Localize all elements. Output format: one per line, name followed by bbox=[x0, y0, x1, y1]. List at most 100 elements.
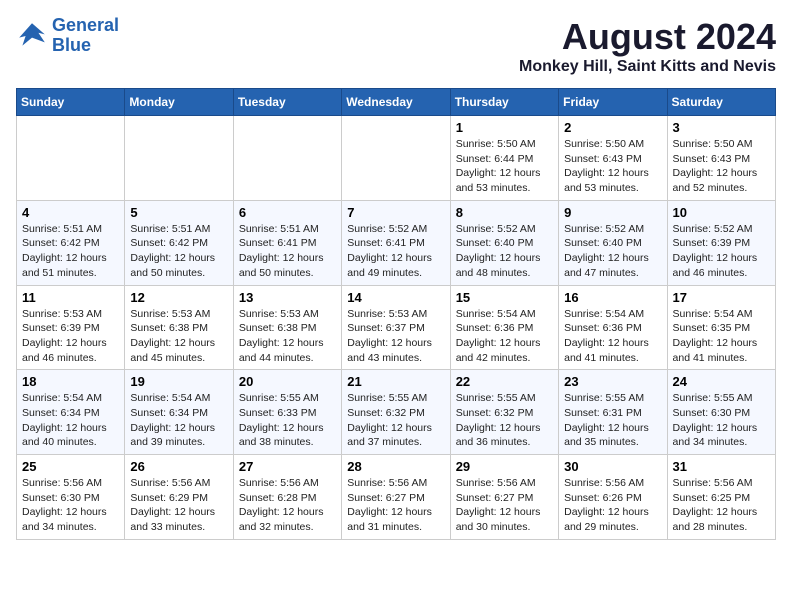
day-number: 18 bbox=[22, 374, 119, 389]
header-wednesday: Wednesday bbox=[342, 89, 450, 116]
calendar-cell bbox=[125, 116, 233, 201]
day-number: 29 bbox=[456, 459, 553, 474]
header-monday: Monday bbox=[125, 89, 233, 116]
day-number: 6 bbox=[239, 205, 336, 220]
day-info: Sunrise: 5:56 AMSunset: 6:28 PMDaylight:… bbox=[239, 477, 324, 533]
day-info: Sunrise: 5:53 AMSunset: 6:39 PMDaylight:… bbox=[22, 308, 107, 364]
calendar-cell: 23 Sunrise: 5:55 AMSunset: 6:31 PMDayligh… bbox=[559, 370, 667, 455]
day-number: 23 bbox=[564, 374, 661, 389]
day-info: Sunrise: 5:50 AMSunset: 6:43 PMDaylight:… bbox=[673, 138, 758, 194]
day-info: Sunrise: 5:56 AMSunset: 6:25 PMDaylight:… bbox=[673, 477, 758, 533]
header-sunday: Sunday bbox=[17, 89, 125, 116]
calendar-cell: 31 Sunrise: 5:56 AMSunset: 6:25 PMDayligh… bbox=[667, 455, 775, 540]
header-row: Sunday Monday Tuesday Wednesday Thursday… bbox=[17, 89, 776, 116]
day-info: Sunrise: 5:50 AMSunset: 6:43 PMDaylight:… bbox=[564, 138, 649, 194]
calendar-subtitle: Monkey Hill, Saint Kitts and Nevis bbox=[519, 58, 776, 76]
day-number: 24 bbox=[673, 374, 770, 389]
calendar-cell: 7Sunrise: 5:52 AMSunset: 6:41 PMDaylight… bbox=[342, 200, 450, 285]
day-info: Sunrise: 5:55 AMSunset: 6:31 PMDaylight:… bbox=[564, 392, 649, 448]
day-info: Sunrise: 5:52 AMSunset: 6:40 PMDaylight:… bbox=[456, 223, 541, 279]
day-number: 3 bbox=[673, 120, 770, 135]
day-info: Sunrise: 5:55 AMSunset: 6:32 PMDaylight:… bbox=[456, 392, 541, 448]
calendar-cell: 2 Sunrise: 5:50 AMSunset: 6:43 PMDaylight… bbox=[559, 116, 667, 201]
calendar-cell: 15Sunrise: 5:54 AMSunset: 6:36 PMDayligh… bbox=[450, 285, 558, 370]
day-info: Sunrise: 5:54 AMSunset: 6:34 PMDaylight:… bbox=[22, 392, 107, 448]
header-tuesday: Tuesday bbox=[233, 89, 341, 116]
day-info: Sunrise: 5:50 AMSunset: 6:44 PMDaylight:… bbox=[456, 138, 541, 194]
day-info: Sunrise: 5:52 AMSunset: 6:39 PMDaylight:… bbox=[673, 223, 758, 279]
calendar-cell: 16 Sunrise: 5:54 AMSunset: 6:36 PMDayligh… bbox=[559, 285, 667, 370]
logo-text: General Blue bbox=[52, 16, 119, 56]
day-info: Sunrise: 5:56 AMSunset: 6:27 PMDaylight:… bbox=[456, 477, 541, 533]
day-number: 25 bbox=[22, 459, 119, 474]
calendar-cell: 29 Sunrise: 5:56 AMSunset: 6:27 PMDayligh… bbox=[450, 455, 558, 540]
day-info: Sunrise: 5:53 AMSunset: 6:37 PMDaylight:… bbox=[347, 308, 432, 364]
day-number: 27 bbox=[239, 459, 336, 474]
day-number: 11 bbox=[22, 290, 119, 305]
calendar-week-1: 1 Sunrise: 5:50 AMSunset: 6:44 PMDaylight… bbox=[17, 116, 776, 201]
calendar-cell: 25 Sunrise: 5:56 AMSunset: 6:30 PMDayligh… bbox=[17, 455, 125, 540]
day-number: 13 bbox=[239, 290, 336, 305]
day-info: Sunrise: 5:51 AMSunset: 6:41 PMDaylight:… bbox=[239, 223, 324, 279]
header-friday: Friday bbox=[559, 89, 667, 116]
calendar-table: Sunday Monday Tuesday Wednesday Thursday… bbox=[16, 88, 776, 540]
day-info: Sunrise: 5:53 AMSunset: 6:38 PMDaylight:… bbox=[239, 308, 324, 364]
day-number: 30 bbox=[564, 459, 661, 474]
day-number: 16 bbox=[564, 290, 661, 305]
calendar-cell: 30 Sunrise: 5:56 AMSunset: 6:26 PMDayligh… bbox=[559, 455, 667, 540]
day-info: Sunrise: 5:54 AMSunset: 6:35 PMDaylight:… bbox=[673, 308, 758, 364]
day-number: 12 bbox=[130, 290, 227, 305]
calendar-week-5: 25 Sunrise: 5:56 AMSunset: 6:30 PMDayligh… bbox=[17, 455, 776, 540]
day-number: 26 bbox=[130, 459, 227, 474]
day-number: 22 bbox=[456, 374, 553, 389]
calendar-body: 1 Sunrise: 5:50 AMSunset: 6:44 PMDaylight… bbox=[17, 116, 776, 540]
day-number: 28 bbox=[347, 459, 444, 474]
calendar-cell: 11 Sunrise: 5:53 AMSunset: 6:39 PMDayligh… bbox=[17, 285, 125, 370]
calendar-cell: 6 Sunrise: 5:51 AMSunset: 6:41 PMDaylight… bbox=[233, 200, 341, 285]
day-number: 14 bbox=[347, 290, 444, 305]
calendar-cell: 20Sunrise: 5:55 AMSunset: 6:33 PMDayligh… bbox=[233, 370, 341, 455]
day-number: 1 bbox=[456, 120, 553, 135]
day-number: 15 bbox=[456, 290, 553, 305]
calendar-cell bbox=[342, 116, 450, 201]
day-number: 19 bbox=[130, 374, 227, 389]
calendar-cell: 28 Sunrise: 5:56 AMSunset: 6:27 PMDayligh… bbox=[342, 455, 450, 540]
calendar-week-2: 4Sunrise: 5:51 AMSunset: 6:42 PMDaylight… bbox=[17, 200, 776, 285]
calendar-cell: 9Sunrise: 5:52 AMSunset: 6:40 PMDaylight… bbox=[559, 200, 667, 285]
calendar-cell: 17Sunrise: 5:54 AMSunset: 6:35 PMDayligh… bbox=[667, 285, 775, 370]
calendar-cell: 4Sunrise: 5:51 AMSunset: 6:42 PMDaylight… bbox=[17, 200, 125, 285]
logo-icon bbox=[16, 20, 48, 52]
day-number: 2 bbox=[564, 120, 661, 135]
page-header: General Blue August 2024 Monkey Hill, Sa… bbox=[16, 16, 776, 76]
calendar-cell: 1 Sunrise: 5:50 AMSunset: 6:44 PMDaylight… bbox=[450, 116, 558, 201]
day-number: 4 bbox=[22, 205, 119, 220]
calendar-title: August 2024 bbox=[519, 16, 776, 58]
day-info: Sunrise: 5:54 AMSunset: 6:36 PMDaylight:… bbox=[564, 308, 649, 364]
calendar-cell: 3 Sunrise: 5:50 AMSunset: 6:43 PMDaylight… bbox=[667, 116, 775, 201]
day-info: Sunrise: 5:53 AMSunset: 6:38 PMDaylight:… bbox=[130, 308, 215, 364]
day-info: Sunrise: 5:54 AMSunset: 6:34 PMDaylight:… bbox=[130, 392, 215, 448]
calendar-cell: 14 Sunrise: 5:53 AMSunset: 6:37 PMDayligh… bbox=[342, 285, 450, 370]
day-info: Sunrise: 5:52 AMSunset: 6:41 PMDaylight:… bbox=[347, 223, 432, 279]
day-info: Sunrise: 5:56 AMSunset: 6:30 PMDaylight:… bbox=[22, 477, 107, 533]
day-number: 10 bbox=[673, 205, 770, 220]
day-info: Sunrise: 5:56 AMSunset: 6:26 PMDaylight:… bbox=[564, 477, 649, 533]
day-number: 8 bbox=[456, 205, 553, 220]
day-number: 31 bbox=[673, 459, 770, 474]
day-info: Sunrise: 5:52 AMSunset: 6:40 PMDaylight:… bbox=[564, 223, 649, 279]
calendar-cell bbox=[233, 116, 341, 201]
calendar-cell bbox=[17, 116, 125, 201]
day-info: Sunrise: 5:55 AMSunset: 6:32 PMDaylight:… bbox=[347, 392, 432, 448]
calendar-cell: 10 Sunrise: 5:52 AMSunset: 6:39 PMDayligh… bbox=[667, 200, 775, 285]
header-thursday: Thursday bbox=[450, 89, 558, 116]
calendar-cell: 19 Sunrise: 5:54 AMSunset: 6:34 PMDayligh… bbox=[125, 370, 233, 455]
calendar-cell: 24 Sunrise: 5:55 AMSunset: 6:30 PMDayligh… bbox=[667, 370, 775, 455]
calendar-cell: 18 Sunrise: 5:54 AMSunset: 6:34 PMDayligh… bbox=[17, 370, 125, 455]
calendar-cell: 5Sunrise: 5:51 AMSunset: 6:42 PMDaylight… bbox=[125, 200, 233, 285]
day-info: Sunrise: 5:55 AMSunset: 6:30 PMDaylight:… bbox=[673, 392, 758, 448]
day-number: 20 bbox=[239, 374, 336, 389]
calendar-cell: 21Sunrise: 5:55 AMSunset: 6:32 PMDayligh… bbox=[342, 370, 450, 455]
calendar-week-3: 11 Sunrise: 5:53 AMSunset: 6:39 PMDayligh… bbox=[17, 285, 776, 370]
day-info: Sunrise: 5:56 AMSunset: 6:27 PMDaylight:… bbox=[347, 477, 432, 533]
header-saturday: Saturday bbox=[667, 89, 775, 116]
